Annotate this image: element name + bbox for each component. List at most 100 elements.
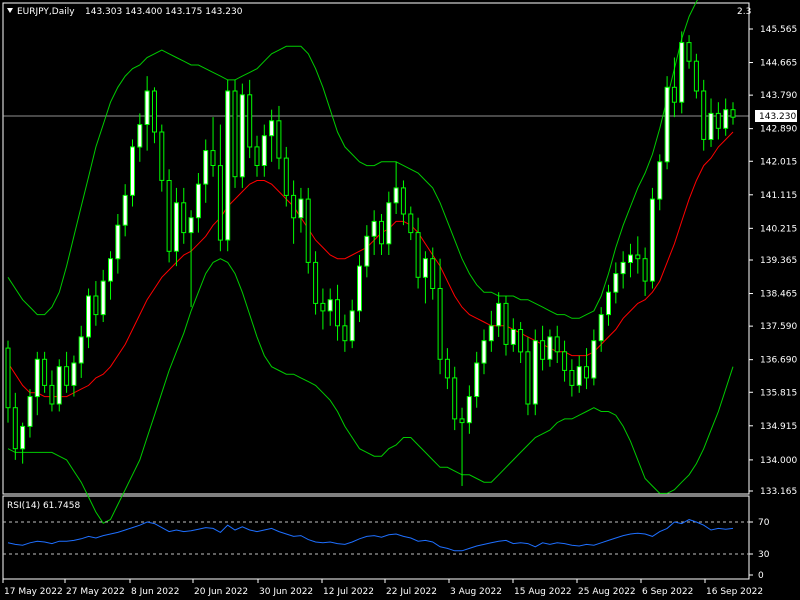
candle-body [232, 90, 238, 178]
candle-body [291, 194, 297, 219]
candle-body [466, 396, 472, 424]
price-tick-label: 142.890 [760, 125, 797, 135]
candle-body [144, 90, 150, 125]
candle-body [327, 299, 333, 312]
date-tick-label: 3 Aug 2022 [450, 587, 502, 597]
candle-body [532, 340, 538, 405]
candle-body [510, 329, 516, 345]
candle-body [723, 109, 729, 129]
candle-body [393, 187, 399, 204]
candle-body [671, 86, 677, 103]
candle-body [269, 120, 275, 137]
price-tick-label: 144.665 [760, 59, 797, 69]
price-tick-label: 140.215 [760, 224, 797, 234]
candle-body [613, 273, 619, 293]
candle-body [305, 198, 311, 263]
price-tick-label: 142.015 [760, 157, 797, 167]
candle-body [261, 135, 267, 166]
candle-body [20, 425, 26, 450]
rsi-tick-label: 0 [758, 571, 764, 581]
candle-body [357, 265, 362, 312]
rsi-tick-label: 70 [758, 518, 770, 528]
candle-body [400, 187, 406, 215]
candle-body [115, 224, 121, 260]
candle-body [569, 370, 575, 386]
price-tick-label: 143.790 [760, 91, 797, 101]
candle-body [693, 60, 699, 92]
candle-body [247, 94, 253, 148]
symbol-dropdown-icon[interactable] [7, 8, 13, 13]
price-tick-label: 134.915 [760, 422, 797, 432]
candle-body [554, 336, 560, 353]
candle-body [12, 407, 18, 450]
candle-body [474, 362, 480, 397]
price-tick-label: 139.365 [760, 256, 797, 266]
candle-body [5, 347, 11, 409]
candle-body [606, 291, 611, 316]
candle-body [657, 161, 663, 200]
candle-body [64, 366, 70, 386]
candle-body [56, 366, 62, 405]
candle-body [598, 314, 604, 342]
candle-body [100, 280, 106, 316]
candle-body [225, 90, 231, 241]
candle-body [386, 202, 392, 245]
candle-body [415, 232, 421, 278]
candle-body [188, 217, 194, 234]
candle-body [701, 90, 707, 140]
candle-body [437, 288, 443, 360]
chart-canvas: EURJPY,Daily 143.303 143.400 143.175 143… [2, 0, 797, 597]
candle-body [591, 340, 597, 379]
ohlc-label: 143.303 143.400 143.175 143.230 [85, 7, 243, 17]
candle-body [27, 396, 33, 427]
price-tick-label: 145.565 [760, 25, 797, 35]
date-tick-label: 25 Aug 2022 [578, 587, 636, 597]
candle-body [298, 198, 304, 219]
candle-body [49, 384, 55, 405]
corner-label: 2.3 [737, 7, 751, 17]
candle-body [540, 340, 546, 360]
rsi-line [7, 519, 734, 552]
candle-body [642, 258, 648, 282]
candle-body [649, 198, 655, 282]
candle-body [159, 131, 165, 181]
candle-body [283, 157, 289, 196]
candle-body [686, 42, 692, 62]
candle-body [422, 258, 428, 278]
candle-body [525, 351, 531, 405]
candle-body [181, 202, 187, 234]
price-tick-label: 134.000 [760, 456, 797, 466]
candle-body [335, 299, 340, 327]
bollinger-lower-band [7, 258, 734, 524]
candle-body [481, 340, 487, 364]
candle-body [349, 310, 355, 342]
candle-body [364, 235, 370, 267]
candle-body [217, 165, 223, 241]
date-tick-label: 20 Jun 2022 [194, 587, 248, 597]
candle-body [276, 120, 282, 159]
candle-body [254, 146, 260, 166]
date-tick-label: 16 Sep 2022 [706, 587, 763, 597]
candle-body [342, 325, 348, 342]
candle-body [488, 325, 494, 342]
main-price-panel [2, 2, 750, 495]
date-tick-label: 12 Jul 2022 [323, 587, 374, 597]
candle-body [620, 261, 626, 275]
candle-body [679, 42, 685, 103]
date-tick-label: 6 Sep 2022 [642, 587, 693, 597]
date-tick-label: 22 Jul 2022 [386, 587, 437, 597]
candle-body [195, 183, 201, 219]
date-tick-label: 8 Jun 2022 [131, 587, 179, 597]
candle-body [122, 194, 128, 226]
candle-body [137, 124, 143, 148]
rsi-label: RSI(14) 61.7458 [7, 501, 80, 511]
date-tick-label: 27 May 2022 [66, 587, 125, 597]
candle-body [503, 302, 509, 345]
price-tick-label: 138.465 [760, 290, 797, 300]
candle-body [203, 150, 209, 185]
price-tick-label: 135.815 [760, 388, 797, 398]
price-tick-label: 133.165 [760, 487, 797, 497]
candle-body [547, 336, 553, 360]
candle-body [152, 90, 157, 133]
candle-body [518, 329, 524, 353]
